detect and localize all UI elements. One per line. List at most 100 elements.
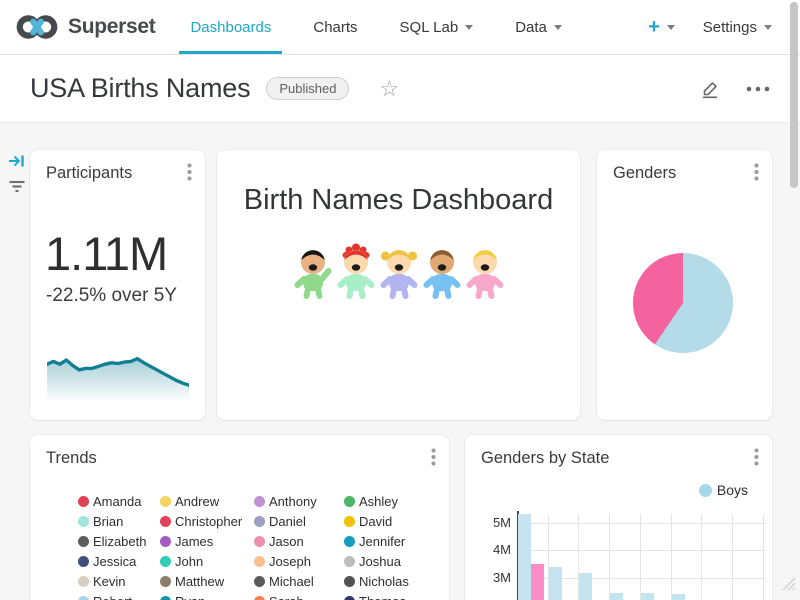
nav-item-dashboards[interactable]: Dashboards bbox=[169, 0, 292, 54]
legend-item-kevin[interactable]: Kevin bbox=[78, 571, 160, 591]
bar-boys-group3[interactable] bbox=[579, 573, 592, 600]
superset-logo[interactable]: Superset bbox=[0, 0, 161, 54]
legend-label: Elizabeth bbox=[93, 534, 146, 549]
legend-swatch bbox=[344, 516, 355, 527]
kebab-menu-icon[interactable] bbox=[431, 448, 436, 471]
legend-item-john[interactable]: John bbox=[160, 551, 254, 571]
legend-item-elizabeth[interactable]: Elizabeth bbox=[78, 531, 160, 551]
bar-boys-group5[interactable] bbox=[641, 593, 654, 600]
legend-label: Brian bbox=[93, 514, 123, 529]
legend-label: Jessica bbox=[93, 554, 136, 569]
legend-item-jason[interactable]: Jason bbox=[254, 531, 344, 551]
chart-title: Participants bbox=[46, 164, 132, 183]
legend-item-andrew[interactable]: Andrew bbox=[160, 491, 254, 511]
bar-girls-group1[interactable] bbox=[531, 564, 544, 600]
settings-menu[interactable]: Settings bbox=[703, 19, 772, 36]
superset-logo-icon bbox=[14, 11, 60, 43]
legend-swatch bbox=[254, 596, 265, 600]
legend-swatch bbox=[78, 496, 89, 507]
legend-swatch bbox=[78, 536, 89, 547]
legend-swatch bbox=[254, 556, 265, 567]
main-nav: Dashboards Charts SQL Lab Data bbox=[169, 0, 582, 54]
legend-swatch bbox=[160, 556, 171, 567]
bar-boys-group6[interactable] bbox=[672, 594, 685, 600]
edit-pencil-icon[interactable] bbox=[700, 79, 720, 99]
legend-item-boys[interactable]: Boys bbox=[699, 482, 748, 498]
legend-item-jessica[interactable]: Jessica bbox=[78, 551, 160, 571]
vertical-scrollbar-thumb[interactable] bbox=[790, 2, 798, 188]
bar-boys-group4[interactable] bbox=[610, 593, 623, 600]
legend-label: Ashley bbox=[359, 494, 398, 509]
legend-item-nicholas[interactable]: Nicholas bbox=[344, 571, 448, 591]
legend-swatch bbox=[254, 496, 265, 507]
kebab-menu-icon[interactable] bbox=[754, 448, 759, 471]
legend-item-james[interactable]: James bbox=[160, 531, 254, 551]
y-axis-tick-label: 5M bbox=[477, 515, 511, 530]
legend-item-david[interactable]: David bbox=[344, 511, 448, 531]
legend-item-robert[interactable]: Robert bbox=[78, 591, 160, 600]
legend-label: Matthew bbox=[175, 574, 224, 589]
more-actions-icon[interactable] bbox=[746, 86, 770, 92]
legend-swatch bbox=[344, 596, 355, 600]
legend-item-amanda[interactable]: Amanda bbox=[78, 491, 160, 511]
legend-item-thomas[interactable]: Thomas bbox=[344, 591, 448, 600]
legend-item-michael[interactable]: Michael bbox=[254, 571, 344, 591]
superset-dashboard-app: Superset Dashboards Charts SQL Lab Data … bbox=[0, 0, 800, 600]
legend-item-ashley[interactable]: Ashley bbox=[344, 491, 448, 511]
legend-swatch bbox=[254, 536, 265, 547]
resize-handle-icon[interactable] bbox=[778, 573, 796, 596]
legend-item-ryan[interactable]: Ryan bbox=[160, 591, 254, 600]
legend-item-christopher[interactable]: Christopher bbox=[160, 511, 254, 531]
legend-swatch bbox=[160, 536, 171, 547]
legend-label: John bbox=[175, 554, 203, 569]
settings-label: Settings bbox=[703, 19, 757, 36]
bar-chart-plot-area: 5M4M3M bbox=[517, 514, 765, 600]
new-item-button[interactable]: + bbox=[648, 17, 675, 37]
legend-item-joseph[interactable]: Joseph bbox=[254, 551, 344, 571]
gridline bbox=[701, 514, 702, 600]
dashboard-title-bar: USA Births Names Published ☆ bbox=[0, 55, 800, 123]
genders-card: Genders bbox=[597, 150, 772, 420]
kebab-menu-icon[interactable] bbox=[754, 163, 759, 186]
legend-item-brian[interactable]: Brian bbox=[78, 511, 160, 531]
expand-filter-bar-icon[interactable] bbox=[8, 152, 26, 175]
kebab-menu-icon[interactable] bbox=[187, 163, 192, 186]
legend-label: Christopher bbox=[175, 514, 242, 529]
baby-emoji bbox=[422, 243, 462, 301]
top-nav-bar: Superset Dashboards Charts SQL Lab Data … bbox=[0, 0, 800, 55]
legend-item-anthony[interactable]: Anthony bbox=[254, 491, 344, 511]
trends-legend: AmandaAndrewAnthony Ashley Brian Christophe… bbox=[78, 491, 448, 600]
header-right-actions: + Settings bbox=[648, 0, 800, 54]
gridline bbox=[519, 523, 765, 524]
nav-item-sql-lab[interactable]: SQL Lab bbox=[379, 0, 495, 54]
bar-boys-group1[interactable] bbox=[518, 514, 531, 600]
legend-label: James bbox=[175, 534, 213, 549]
dashboard-grid: Participants 1.11M -22.5% over 5Y Birth … bbox=[0, 123, 800, 600]
legend-item-joshua[interactable]: Joshua bbox=[344, 551, 448, 571]
legend-item-jennifer[interactable]: Jennifer bbox=[344, 531, 448, 551]
baby-emoji-row bbox=[217, 243, 580, 301]
trend-sparkline-chart bbox=[47, 346, 189, 402]
legend-item-daniel[interactable]: Daniel bbox=[254, 511, 344, 531]
legend-item-sarah[interactable]: Sarah bbox=[254, 591, 344, 600]
big-number-value: 1.11M bbox=[45, 226, 167, 281]
markdown-card: Birth Names Dashboard bbox=[217, 150, 580, 420]
nav-item-charts[interactable]: Charts bbox=[292, 0, 378, 54]
legend-swatch bbox=[160, 576, 171, 587]
chart-title: Genders by State bbox=[481, 449, 609, 468]
y-axis-tick-label: 4M bbox=[477, 542, 511, 557]
nav-item-data[interactable]: Data bbox=[494, 0, 583, 54]
legend-label: Sarah bbox=[269, 594, 304, 600]
favorite-star-icon[interactable]: ☆ bbox=[379, 78, 399, 100]
genders-pie-chart[interactable] bbox=[633, 253, 733, 353]
chevron-down-icon bbox=[465, 25, 473, 30]
nav-label: Charts bbox=[313, 19, 357, 36]
filter-icon[interactable] bbox=[8, 180, 26, 199]
legend-label: Daniel bbox=[269, 514, 306, 529]
bar-boys-group2[interactable] bbox=[549, 567, 562, 600]
nav-label: SQL Lab bbox=[400, 19, 459, 36]
gridline bbox=[732, 514, 733, 600]
published-badge[interactable]: Published bbox=[266, 77, 349, 100]
legend-item-matthew[interactable]: Matthew bbox=[160, 571, 254, 591]
gridline bbox=[640, 514, 641, 600]
